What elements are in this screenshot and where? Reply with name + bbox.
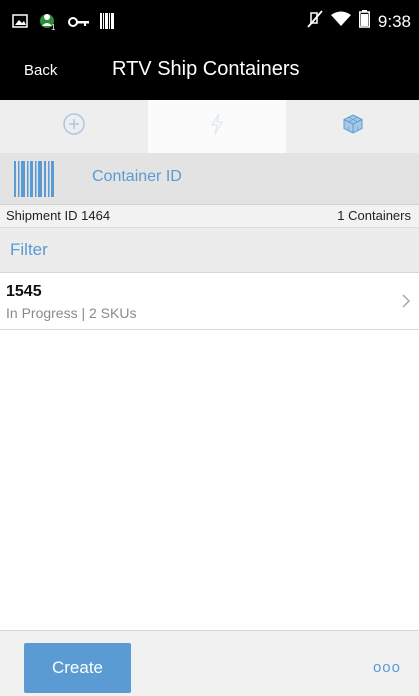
gallery-icon [12,14,28,33]
container-id-field[interactable]: Container ID [0,153,419,205]
tab-add[interactable] [0,100,148,153]
container-id-value: 1545 [6,283,42,300]
tab-flash[interactable] [148,100,286,153]
tab-cube[interactable] [286,100,419,153]
containers-count: 1 Containers [337,208,411,223]
create-button[interactable]: Create [24,643,131,693]
mute-icon [307,10,323,33]
filter-label: Filter [10,240,48,259]
container-id-placeholder: Container ID [92,168,182,185]
add-circle-icon [62,112,86,141]
status-left-icons: 1 [12,11,114,36]
page-title: RTV Ship Containers [112,58,300,80]
footer-bar: Create ooo [0,630,419,696]
barcode-icon [100,13,114,34]
back-button[interactable]: Back [24,62,57,79]
tab-strip [0,100,419,154]
chevron-right-icon [401,293,411,314]
shipment-info-row: Shipment ID 1464 1 Containers [0,205,419,228]
notification-icon: 1 [38,11,58,36]
more-options-button[interactable]: ooo [373,659,401,676]
status-right-icons: 9:38 [307,10,411,33]
key-icon [68,15,90,33]
list-item[interactable]: 1545 In Progress | 2 SKUs [0,273,419,330]
status-time: 9:38 [377,11,411,31]
cube-icon [342,113,364,140]
wifi-icon [330,11,351,32]
container-status: In Progress | 2 SKUs [6,305,137,321]
scan-barcode-icon[interactable] [14,161,58,202]
screen: 1 9:38 Back RTV Ship Containers Containe… [0,0,419,696]
battery-icon [358,10,370,33]
svg-text:1: 1 [51,23,56,31]
status-bar: 1 9:38 [0,0,419,44]
shipment-id-label: Shipment ID 1464 [6,208,111,223]
filter-button[interactable]: Filter [0,228,419,273]
flash-icon [210,113,224,140]
title-bar: Back RTV Ship Containers [0,44,419,100]
